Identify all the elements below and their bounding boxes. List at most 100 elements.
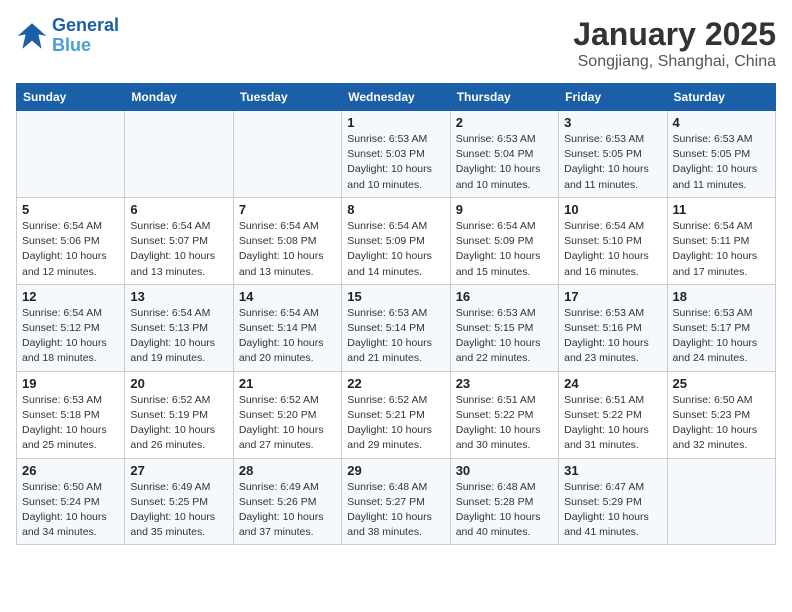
day-number: 6	[130, 202, 227, 217]
day-number: 1	[347, 115, 444, 130]
calendar-cell: 26Sunrise: 6:50 AMSunset: 5:24 PMDayligh…	[17, 458, 125, 545]
calendar-cell: 27 Sunrise: 6:49 AMSunset: 5:25 PMDayligh…	[125, 458, 233, 545]
day-number: 14	[239, 289, 336, 304]
day-info: Sunrise: 6:53 AMSunset: 5:05 PMDaylight:…	[564, 132, 661, 193]
day-info: Sunrise: 6:54 AMSunset: 5:09 PMDaylight:…	[456, 219, 553, 280]
day-number: 23	[456, 376, 553, 391]
day-info: Sunrise: 6:50 AMSunset: 5:24 PMDaylight:…	[22, 480, 119, 541]
calendar-cell	[233, 111, 341, 198]
day-info: Sunrise: 6:48 AMSunset: 5:28 PMDaylight:…	[456, 480, 553, 541]
day-info: Sunrise: 6:54 AMSunset: 5:06 PMDaylight:…	[22, 219, 119, 280]
day-info: Sunrise: 6:54 AMSunset: 5:11 PMDaylight:…	[673, 219, 770, 280]
day-number: 20	[130, 376, 227, 391]
day-info: Sunrise: 6:51 AMSunset: 5:22 PMDaylight:…	[564, 393, 661, 454]
day-number: 16	[456, 289, 553, 304]
day-number: 24	[564, 376, 661, 391]
calendar-cell: 21 Sunrise: 6:52 AMSunset: 5:20 PMDayligh…	[233, 371, 341, 458]
calendar-cell: 15 Sunrise: 6:53 AMSunset: 5:14 PMDayligh…	[342, 284, 450, 371]
day-info: Sunrise: 6:53 AMSunset: 5:17 PMDaylight:…	[673, 306, 770, 367]
day-info: Sunrise: 6:54 AMSunset: 5:12 PMDaylight:…	[22, 306, 119, 367]
day-info: Sunrise: 6:51 AMSunset: 5:22 PMDaylight:…	[456, 393, 553, 454]
calendar-cell: 30 Sunrise: 6:48 AMSunset: 5:28 PMDayligh…	[450, 458, 558, 545]
calendar-cell	[667, 458, 775, 545]
day-number: 30	[456, 463, 553, 478]
day-info: Sunrise: 6:53 AMSunset: 5:16 PMDaylight:…	[564, 306, 661, 367]
calendar-cell: 16 Sunrise: 6:53 AMSunset: 5:15 PMDayligh…	[450, 284, 558, 371]
day-info: Sunrise: 6:53 AMSunset: 5:15 PMDaylight:…	[456, 306, 553, 367]
day-number: 19	[22, 376, 119, 391]
calendar-cell: 10 Sunrise: 6:54 AMSunset: 5:10 PMDayligh…	[559, 197, 667, 284]
day-number: 2	[456, 115, 553, 130]
calendar-cell: 6 Sunrise: 6:54 AMSunset: 5:07 PMDaylight…	[125, 197, 233, 284]
day-info: Sunrise: 6:54 AMSunset: 5:14 PMDaylight:…	[239, 306, 336, 367]
calendar-week-1: 1Sunrise: 6:53 AMSunset: 5:03 PMDaylight…	[17, 111, 776, 198]
logo-icon	[16, 20, 48, 52]
day-number: 27	[130, 463, 227, 478]
day-number: 13	[130, 289, 227, 304]
weekday-header-friday: Friday	[559, 84, 667, 111]
day-info: Sunrise: 6:53 AMSunset: 5:14 PMDaylight:…	[347, 306, 444, 367]
day-number: 22	[347, 376, 444, 391]
day-number: 29	[347, 463, 444, 478]
day-number: 18	[673, 289, 770, 304]
day-info: Sunrise: 6:54 AMSunset: 5:10 PMDaylight:…	[564, 219, 661, 280]
calendar-cell: 12 Sunrise: 6:54 AMSunset: 5:12 PMDayligh…	[17, 284, 125, 371]
calendar-cell: 22 Sunrise: 6:52 AMSunset: 5:21 PMDayligh…	[342, 371, 450, 458]
calendar-cell: 9Sunrise: 6:54 AMSunset: 5:09 PMDaylight…	[450, 197, 558, 284]
calendar-table: SundayMondayTuesdayWednesdayThursdayFrid…	[16, 83, 776, 545]
day-number: 28	[239, 463, 336, 478]
calendar-week-3: 12 Sunrise: 6:54 AMSunset: 5:12 PMDayligh…	[17, 284, 776, 371]
month-title: January 2025	[573, 16, 776, 53]
day-number: 4	[673, 115, 770, 130]
day-info: Sunrise: 6:52 AMSunset: 5:19 PMDaylight:…	[130, 393, 227, 454]
calendar-body: 1Sunrise: 6:53 AMSunset: 5:03 PMDaylight…	[17, 111, 776, 545]
day-info: Sunrise: 6:54 AMSunset: 5:08 PMDaylight:…	[239, 219, 336, 280]
calendar-cell: 5 Sunrise: 6:54 AMSunset: 5:06 PMDaylight…	[17, 197, 125, 284]
day-number: 5	[22, 202, 119, 217]
calendar-cell	[17, 111, 125, 198]
calendar-cell	[125, 111, 233, 198]
calendar-cell: 29Sunrise: 6:48 AMSunset: 5:27 PMDayligh…	[342, 458, 450, 545]
day-info: Sunrise: 6:54 AMSunset: 5:13 PMDaylight:…	[130, 306, 227, 367]
calendar-cell: 7Sunrise: 6:54 AMSunset: 5:08 PMDaylight…	[233, 197, 341, 284]
day-number: 31	[564, 463, 661, 478]
weekday-header-sunday: Sunday	[17, 84, 125, 111]
calendar-cell: 20 Sunrise: 6:52 AMSunset: 5:19 PMDayligh…	[125, 371, 233, 458]
day-number: 12	[22, 289, 119, 304]
calendar-cell: 8Sunrise: 6:54 AMSunset: 5:09 PMDaylight…	[342, 197, 450, 284]
day-number: 25	[673, 376, 770, 391]
calendar-cell: 28Sunrise: 6:49 AMSunset: 5:26 PMDayligh…	[233, 458, 341, 545]
day-info: Sunrise: 6:50 AMSunset: 5:23 PMDaylight:…	[673, 393, 770, 454]
day-info: Sunrise: 6:52 AMSunset: 5:20 PMDaylight:…	[239, 393, 336, 454]
weekday-header-tuesday: Tuesday	[233, 84, 341, 111]
calendar-cell: 3Sunrise: 6:53 AMSunset: 5:05 PMDaylight…	[559, 111, 667, 198]
calendar-week-5: 26Sunrise: 6:50 AMSunset: 5:24 PMDayligh…	[17, 458, 776, 545]
calendar-cell: 19 Sunrise: 6:53 AMSunset: 5:18 PMDayligh…	[17, 371, 125, 458]
day-number: 10	[564, 202, 661, 217]
day-number: 21	[239, 376, 336, 391]
day-info: Sunrise: 6:53 AMSunset: 5:04 PMDaylight:…	[456, 132, 553, 193]
day-info: Sunrise: 6:52 AMSunset: 5:21 PMDaylight:…	[347, 393, 444, 454]
weekday-header-monday: Monday	[125, 84, 233, 111]
day-info: Sunrise: 6:53 AMSunset: 5:18 PMDaylight:…	[22, 393, 119, 454]
calendar-cell: 11 Sunrise: 6:54 AMSunset: 5:11 PMDayligh…	[667, 197, 775, 284]
weekday-header-thursday: Thursday	[450, 84, 558, 111]
header: General Blue January 2025 Songjiang, Sha…	[16, 16, 776, 71]
day-number: 11	[673, 202, 770, 217]
day-number: 8	[347, 202, 444, 217]
calendar-cell: 14 Sunrise: 6:54 AMSunset: 5:14 PMDayligh…	[233, 284, 341, 371]
title-area: January 2025 Songjiang, Shanghai, China	[573, 16, 776, 71]
day-info: Sunrise: 6:54 AMSunset: 5:07 PMDaylight:…	[130, 219, 227, 280]
calendar-cell: 4Sunrise: 6:53 AMSunset: 5:05 PMDaylight…	[667, 111, 775, 198]
calendar-cell: 25 Sunrise: 6:50 AMSunset: 5:23 PMDayligh…	[667, 371, 775, 458]
weekday-header-wednesday: Wednesday	[342, 84, 450, 111]
calendar-week-2: 5 Sunrise: 6:54 AMSunset: 5:06 PMDaylight…	[17, 197, 776, 284]
weekday-header-row: SundayMondayTuesdayWednesdayThursdayFrid…	[17, 84, 776, 111]
calendar-cell: 23 Sunrise: 6:51 AMSunset: 5:22 PMDayligh…	[450, 371, 558, 458]
day-number: 15	[347, 289, 444, 304]
day-info: Sunrise: 6:49 AMSunset: 5:25 PMDaylight:…	[130, 480, 227, 541]
calendar-cell: 13 Sunrise: 6:54 AMSunset: 5:13 PMDayligh…	[125, 284, 233, 371]
calendar-cell: 2 Sunrise: 6:53 AMSunset: 5:04 PMDaylight…	[450, 111, 558, 198]
calendar-cell: 31Sunrise: 6:47 AMSunset: 5:29 PMDayligh…	[559, 458, 667, 545]
calendar-cell: 17Sunrise: 6:53 AMSunset: 5:16 PMDayligh…	[559, 284, 667, 371]
